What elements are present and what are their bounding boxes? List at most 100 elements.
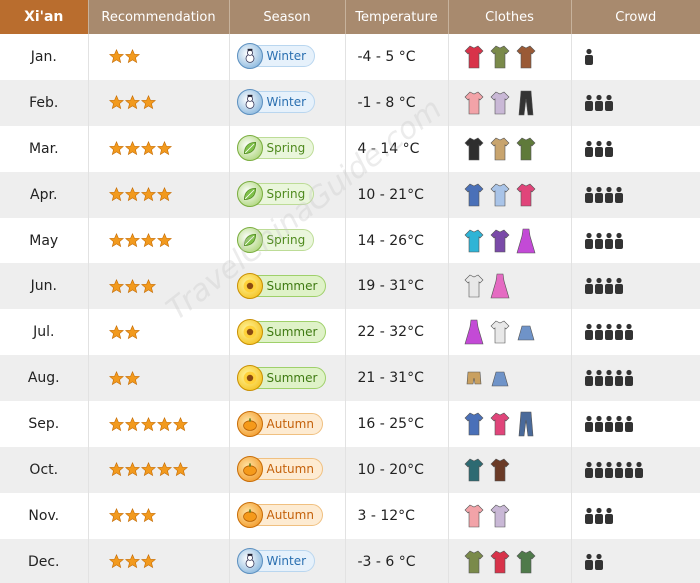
star-icon bbox=[156, 141, 172, 156]
star-icon bbox=[124, 554, 140, 569]
purple-dress-icon bbox=[464, 319, 483, 345]
person-icon bbox=[594, 140, 603, 157]
khaki-shorts-icon bbox=[466, 371, 481, 385]
table-row: Mar. Spring 4 - 14 °C bbox=[0, 125, 700, 172]
season-label: Spring bbox=[266, 233, 306, 247]
star-icon bbox=[124, 508, 140, 523]
season-cell: Summer bbox=[229, 355, 346, 402]
temperature-cell: -4 - 5 °C bbox=[345, 34, 449, 80]
recommendation-cell bbox=[88, 401, 230, 448]
star-icon bbox=[156, 187, 172, 202]
season-icon-wrap bbox=[236, 364, 263, 391]
raglan-shirt-icon bbox=[464, 412, 483, 436]
header-crowd: Crowd bbox=[571, 0, 700, 34]
clothes-cell bbox=[448, 401, 572, 448]
month-cell: Feb. bbox=[0, 79, 89, 126]
header-recommendation: Recommendation bbox=[88, 0, 230, 34]
star-icon bbox=[124, 370, 140, 385]
header-temperature: Temperature bbox=[345, 0, 449, 34]
recommendation-cell bbox=[88, 79, 230, 126]
crowd-cell bbox=[571, 34, 700, 80]
blue-shirt-icon bbox=[490, 183, 509, 206]
table-row: Aug. Summer 21 - 31°C bbox=[0, 355, 700, 402]
star-icon bbox=[108, 554, 124, 569]
sunflower-icon bbox=[243, 325, 256, 339]
weather-table: Xi'an Recommendation Season Temperature … bbox=[0, 0, 700, 583]
crowd-cell bbox=[571, 401, 700, 448]
star-icon bbox=[140, 554, 156, 569]
month-cell: Apr. bbox=[0, 171, 89, 218]
recommendation-cell bbox=[88, 447, 230, 493]
month-cell: May bbox=[0, 217, 89, 264]
star-icon bbox=[124, 187, 140, 202]
star-icon bbox=[140, 141, 156, 156]
person-icon bbox=[604, 324, 613, 341]
person-icon bbox=[584, 507, 593, 524]
star-icon bbox=[140, 462, 156, 477]
person-icon bbox=[604, 415, 613, 433]
season-cell: Spring bbox=[229, 171, 346, 218]
star-icon bbox=[156, 233, 172, 248]
season-label: Winter bbox=[266, 95, 307, 110]
season-label: Autumn bbox=[266, 462, 314, 477]
green-parka-icon bbox=[490, 45, 509, 69]
denim-skirt-icon bbox=[491, 371, 508, 387]
table-row: Feb. Winter -1 - 8 °C bbox=[0, 79, 700, 126]
recommendation-cell bbox=[88, 309, 230, 356]
star-icon bbox=[140, 187, 156, 202]
jeans-icon bbox=[518, 411, 533, 437]
season-icon-wrap bbox=[236, 272, 263, 299]
season-icon-wrap bbox=[236, 89, 263, 116]
season-badge: Spring bbox=[236, 135, 315, 162]
season-label: Autumn bbox=[266, 416, 314, 431]
person-icon bbox=[614, 461, 623, 478]
crowd-cell bbox=[571, 217, 700, 264]
table-row: Jan. Winter -4 - 5 °C bbox=[0, 34, 700, 80]
person-icon bbox=[614, 370, 623, 387]
person-icon bbox=[604, 370, 613, 387]
table-row: Apr. Spring 10 - 21°C bbox=[0, 171, 700, 218]
plaid-shirt-icon bbox=[490, 91, 509, 115]
person-icon bbox=[584, 553, 593, 570]
person-icon bbox=[584, 370, 593, 387]
black-trousers-icon bbox=[518, 90, 533, 116]
person-icon bbox=[594, 370, 603, 387]
month-cell: Aug. bbox=[0, 355, 89, 402]
season-label: Spring bbox=[266, 141, 306, 156]
season-badge: Winter bbox=[236, 548, 316, 575]
beige-trench-coat-icon bbox=[490, 137, 509, 161]
clothes-cell bbox=[448, 125, 572, 172]
crowd-cell bbox=[571, 309, 700, 356]
clothes-cell bbox=[448, 355, 572, 402]
green-jacket-icon bbox=[516, 137, 535, 161]
season-icon-wrap bbox=[236, 456, 263, 483]
person-icon bbox=[594, 461, 603, 478]
season-cell: Summer bbox=[229, 309, 346, 356]
person-icon bbox=[614, 324, 623, 341]
person-icon bbox=[594, 232, 603, 249]
clothes-cell bbox=[448, 492, 572, 539]
crowd-cell bbox=[571, 355, 700, 402]
person-icon bbox=[604, 186, 613, 203]
leaf-icon bbox=[243, 188, 256, 201]
season-icon-wrap bbox=[236, 181, 263, 208]
red-winter-coat-icon bbox=[490, 550, 509, 574]
crowd-cell bbox=[571, 79, 700, 126]
pumpkin-icon bbox=[242, 509, 257, 523]
pumpkin-icon bbox=[242, 463, 257, 477]
table-row: Jul. Summer 22 - 32°C bbox=[0, 309, 700, 356]
person-icon bbox=[584, 140, 593, 157]
pink-coat-icon bbox=[464, 91, 483, 115]
table-row: Dec. Winter -3 - 6 °C bbox=[0, 538, 700, 583]
denim-skirt-icon bbox=[517, 325, 534, 341]
pink-hoodie-icon bbox=[490, 412, 509, 436]
person-icon bbox=[614, 278, 623, 295]
person-icon bbox=[594, 94, 603, 111]
season-cell: Winter bbox=[229, 538, 346, 583]
season-label: Summer bbox=[266, 324, 318, 339]
season-icon-wrap bbox=[236, 410, 263, 437]
star-icon bbox=[140, 278, 156, 294]
temperature-cell: -3 - 6 °C bbox=[345, 538, 449, 583]
temperature-cell: 22 - 32°C bbox=[345, 309, 449, 356]
person-icon bbox=[584, 461, 593, 478]
